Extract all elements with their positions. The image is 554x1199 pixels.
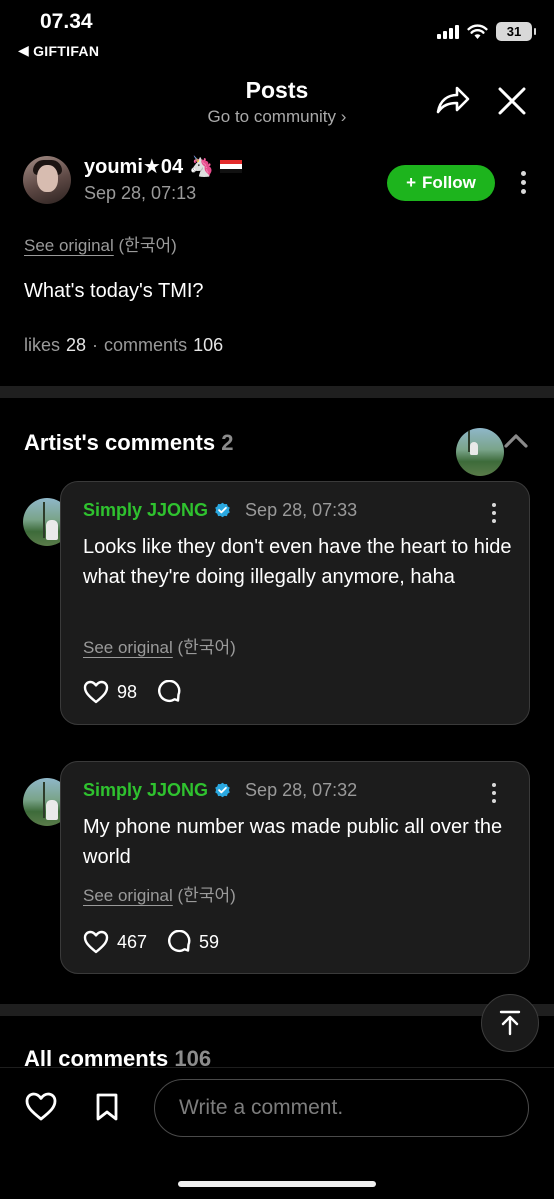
author-avatar[interactable] bbox=[23, 156, 71, 204]
heart-icon bbox=[83, 680, 109, 704]
back-app-label: GIFTIFAN bbox=[33, 42, 100, 59]
back-to-app-link[interactable]: ◀ GIFTIFAN bbox=[18, 42, 99, 59]
wifi-icon bbox=[467, 24, 488, 39]
plus-icon: + bbox=[406, 173, 417, 192]
comment-see-original[interactable]: See original (한국어) bbox=[83, 881, 236, 906]
original-language: (한국어) bbox=[177, 886, 236, 905]
post-stats: likes 28 · comments 106 bbox=[24, 335, 223, 356]
artist-avatar-small[interactable] bbox=[456, 428, 504, 476]
go-to-community-link[interactable]: Go to community › bbox=[0, 107, 554, 127]
close-icon[interactable] bbox=[497, 86, 527, 116]
like-button[interactable]: 467 bbox=[83, 930, 147, 954]
commenter-name[interactable]: Simply JJONG bbox=[83, 500, 208, 521]
comments-label: comments bbox=[104, 335, 188, 355]
chevron-up-icon[interactable] bbox=[504, 432, 528, 448]
comment-header: Simply JJONG Sep 28, 07:33 bbox=[83, 500, 357, 521]
comment-bubble-icon bbox=[168, 930, 191, 953]
follow-label: Follow bbox=[422, 173, 476, 192]
comment-text: My phone number was made public all over… bbox=[83, 816, 503, 868]
likes-count: 28 bbox=[66, 335, 87, 355]
comment-input[interactable] bbox=[154, 1079, 529, 1137]
comment-bubble-icon bbox=[158, 680, 181, 703]
flag-icon bbox=[219, 159, 242, 174]
author-name-row[interactable]: youmi★04 🦄 bbox=[84, 154, 242, 179]
status-time: 07.34 bbox=[40, 10, 93, 33]
post-date: Sep 28, 07:13 bbox=[84, 183, 197, 203]
share-icon[interactable] bbox=[436, 84, 470, 116]
chevron-right-icon: › bbox=[340, 107, 347, 126]
follow-button[interactable]: + Follow bbox=[387, 165, 495, 201]
section-divider bbox=[0, 386, 554, 398]
comment-date: Sep 28, 07:33 bbox=[245, 500, 358, 520]
see-original-link[interactable]: See original bbox=[24, 236, 114, 255]
verified-badge-icon bbox=[215, 502, 230, 518]
comments-count: 106 bbox=[193, 335, 224, 355]
status-indicators: 31 bbox=[437, 22, 536, 41]
arrow-up-to-line-icon bbox=[499, 1010, 521, 1036]
comment-see-original[interactable]: See original (한국어) bbox=[83, 633, 236, 658]
page-title: Posts bbox=[245, 77, 309, 103]
stats-separator: · bbox=[92, 335, 99, 355]
like-post-icon[interactable] bbox=[25, 1092, 57, 1122]
cellular-signal-icon bbox=[437, 24, 459, 39]
post-body: What's today's TMI? bbox=[24, 280, 204, 302]
likes-label: likes bbox=[24, 335, 61, 355]
reply-count: 59 bbox=[199, 931, 220, 952]
comment-text: Looks like they don't even have the hear… bbox=[83, 536, 512, 588]
app-screen: 07.34 ◀ GIFTIFAN 31 Posts Go to communit… bbox=[0, 0, 554, 1199]
author-name: youmi★04 bbox=[84, 156, 184, 178]
battery-icon: 31 bbox=[496, 22, 536, 41]
like-button[interactable]: 98 bbox=[83, 680, 137, 704]
post-more-icon[interactable] bbox=[521, 171, 526, 194]
go-to-community-label: Go to community bbox=[207, 107, 337, 126]
artist-comment-card: Simply JJONG Sep 28, 07:33 Looks like th… bbox=[60, 481, 530, 725]
like-count: 467 bbox=[117, 931, 148, 952]
post-see-original[interactable]: See original (한국어) bbox=[24, 231, 177, 256]
home-indicator bbox=[178, 1181, 376, 1187]
verified-badge-icon bbox=[215, 782, 230, 798]
comment-actions: 467 59 bbox=[83, 930, 219, 954]
heart-icon bbox=[83, 930, 109, 954]
comment-actions: 98 bbox=[83, 680, 189, 704]
see-original-link[interactable]: See original bbox=[83, 886, 173, 905]
comment-more-icon[interactable] bbox=[492, 783, 496, 803]
artist-comment-card: Simply JJONG Sep 28, 07:32 My phone numb… bbox=[60, 761, 530, 974]
commenter-name[interactable]: Simply JJONG bbox=[83, 780, 208, 801]
section-divider bbox=[0, 1004, 554, 1016]
original-language: (한국어) bbox=[118, 236, 177, 255]
reply-button[interactable] bbox=[157, 680, 189, 704]
artist-comments-count: 2 bbox=[221, 430, 234, 455]
comment-date: Sep 28, 07:32 bbox=[245, 780, 358, 800]
see-original-link[interactable]: See original bbox=[83, 638, 173, 657]
original-language: (한국어) bbox=[177, 638, 236, 657]
like-count: 98 bbox=[117, 681, 138, 702]
artist-comments-title: Artist's comments 2 bbox=[24, 430, 234, 455]
scroll-to-top-button[interactable] bbox=[481, 994, 539, 1052]
comment-header: Simply JJONG Sep 28, 07:32 bbox=[83, 780, 357, 801]
battery-level: 31 bbox=[506, 24, 522, 39]
back-triangle-icon: ◀ bbox=[18, 42, 30, 58]
comment-more-icon[interactable] bbox=[492, 503, 496, 523]
reply-button[interactable]: 59 bbox=[167, 930, 219, 954]
bottom-bar bbox=[0, 1067, 554, 1199]
unicorn-emoji: 🦄 bbox=[189, 156, 214, 178]
bookmark-icon[interactable] bbox=[94, 1092, 120, 1122]
